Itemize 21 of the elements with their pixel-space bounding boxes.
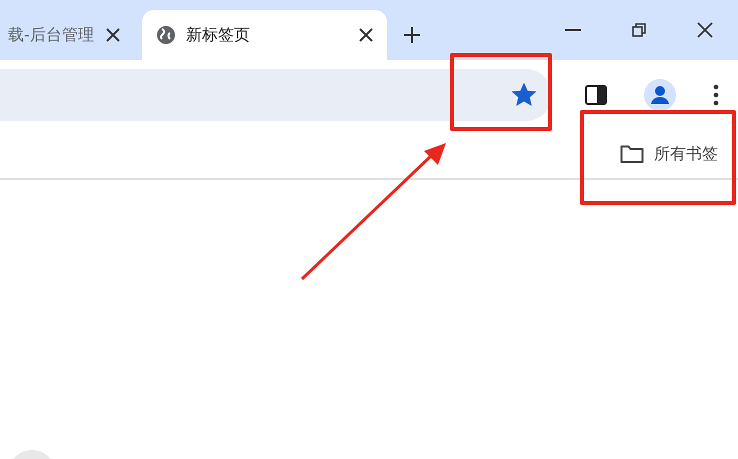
minimize-icon	[565, 29, 581, 31]
browser-tab[interactable]: 载-后台管理	[0, 10, 134, 60]
tab-title: 载-后台管理	[8, 24, 95, 46]
bookmark-folder[interactable]: 所有书签	[620, 142, 718, 166]
side-panel-icon	[584, 85, 607, 105]
avatar-icon	[644, 79, 676, 111]
close-icon	[359, 28, 373, 42]
close-icon	[106, 28, 120, 42]
tab-title: 新标签页	[186, 24, 251, 46]
plus-icon	[403, 26, 421, 44]
close-icon	[697, 22, 713, 38]
star-icon	[512, 83, 536, 107]
restore-icon	[632, 23, 646, 37]
close-tab-button[interactable]	[106, 28, 120, 42]
profile-button[interactable]	[644, 79, 676, 111]
close-tab-button[interactable]	[359, 28, 373, 42]
bookmark-star-button[interactable]	[512, 83, 536, 107]
browser-tab[interactable]: 新标签页	[142, 10, 387, 60]
globe-icon	[156, 25, 176, 45]
folder-icon	[620, 144, 644, 164]
kebab-menu-icon	[713, 84, 720, 106]
